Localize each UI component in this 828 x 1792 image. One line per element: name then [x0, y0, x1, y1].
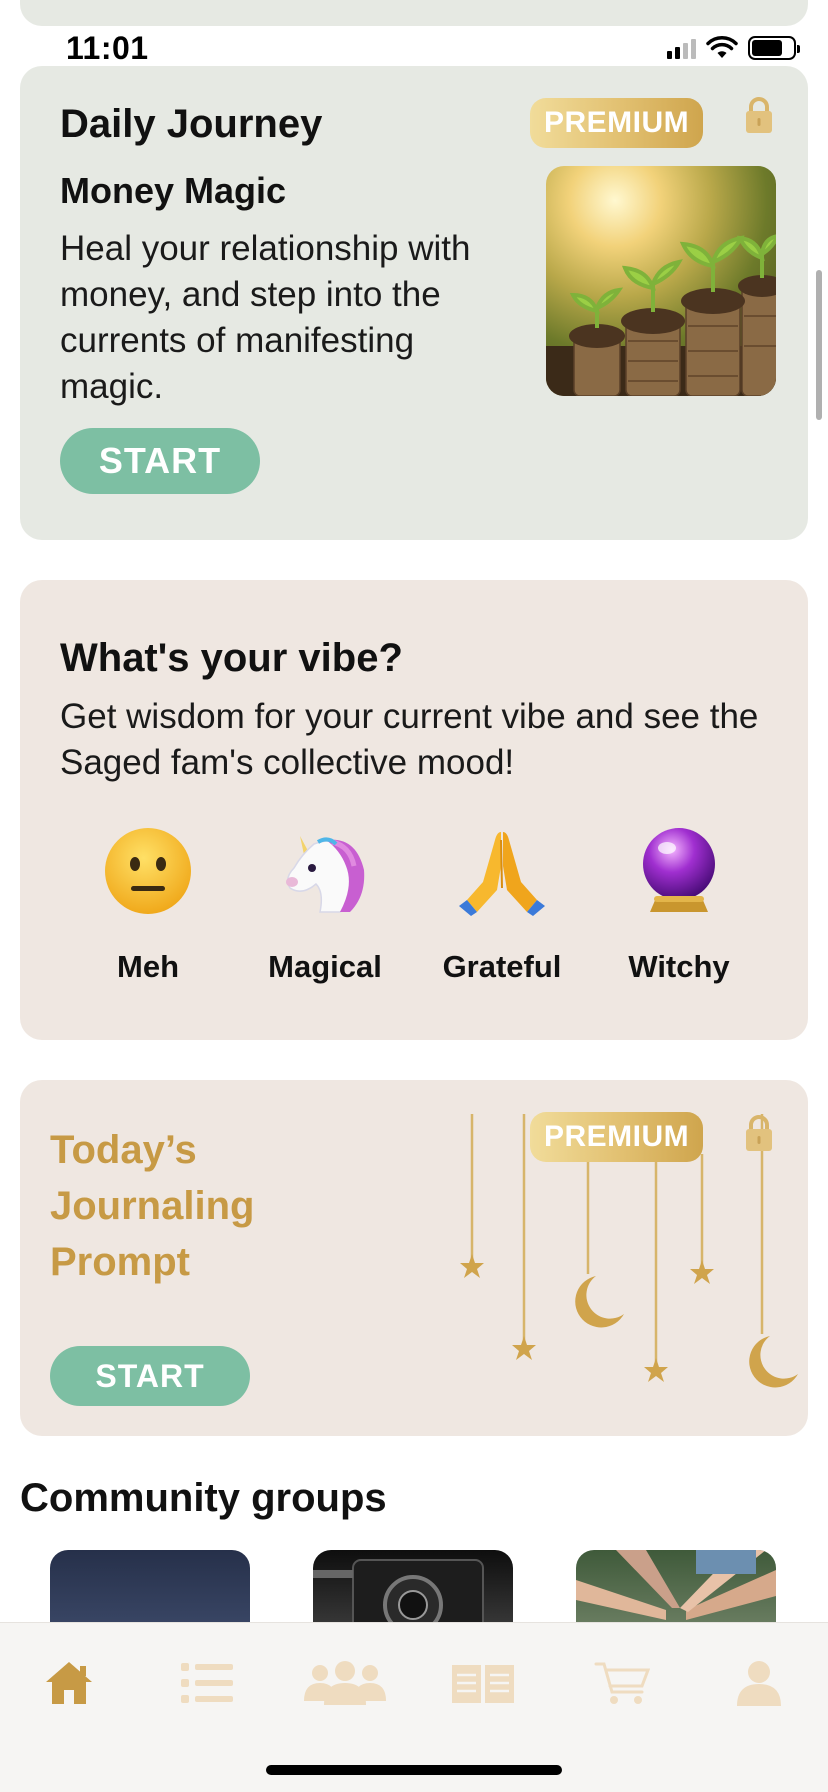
tab-library[interactable]: [443, 1653, 523, 1713]
hands-together-image: [576, 1550, 776, 1620]
premium-badge: PREMIUM: [530, 98, 704, 148]
vibe-label: Meh: [117, 949, 179, 984]
status-icons: [667, 36, 800, 60]
tab-community[interactable]: [304, 1653, 386, 1713]
premium-badge: PREMIUM: [530, 1112, 704, 1162]
journey-start-button[interactable]: START: [60, 428, 260, 494]
vibe-label: Grateful: [442, 949, 562, 984]
profile-icon: [737, 1661, 781, 1706]
scroll-indicator[interactable]: [816, 270, 822, 420]
money-plants-image: [546, 166, 776, 396]
journey-description: Heal your relationship with money, and s…: [60, 229, 471, 406]
group-icon: [304, 1661, 386, 1705]
vibe-card: What's your vibe? Get wisdom for your cu…: [20, 580, 808, 1040]
camera-image: [313, 1559, 484, 1630]
status-time: 11:01: [66, 30, 149, 66]
vibe-option-meh[interactable]: Meh: [73, 826, 223, 985]
hanging-moons-stars-decoration: [460, 1114, 798, 1388]
daily-journey-card[interactable]: Daily Journey PREMIUM Money Magic Heal y…: [20, 66, 808, 540]
unicorn-icon: [286, 836, 365, 913]
home-icon: [46, 1662, 92, 1704]
previous-card-edge: [20, 0, 808, 26]
screen: 11:01 Daily Journey PREMIUM Money Magic …: [0, 0, 828, 1792]
home-indicator[interactable]: [266, 1765, 562, 1775]
book-icon: [452, 1665, 514, 1703]
signal-icon: [667, 37, 696, 59]
vibe-option-grateful[interactable]: Grateful: [427, 826, 577, 985]
battery-icon: [748, 36, 800, 60]
moon-image: [69, 1570, 106, 1630]
journey-subtitle: Money Magic: [60, 170, 287, 211]
community-group-card[interactable]: [313, 1550, 513, 1630]
neutral-face-icon: [105, 828, 191, 914]
community-group-card[interactable]: [50, 1550, 250, 1630]
crystal-ball-icon: [643, 828, 715, 912]
vibe-option-magical[interactable]: Magical: [250, 826, 400, 985]
journaling-prompt-title: Today’s Journaling Prompt: [50, 1128, 255, 1284]
vibe-title: What's your vibe?: [60, 636, 403, 680]
tab-profile[interactable]: [719, 1653, 799, 1713]
community-groups-title: Community groups: [20, 1476, 387, 1520]
vibe-label: Magical: [268, 949, 382, 984]
list-icon: [181, 1663, 233, 1703]
vibe-label: Witchy: [628, 949, 730, 984]
tab-shop[interactable]: [582, 1653, 662, 1713]
prompt-start-button[interactable]: START: [50, 1346, 250, 1406]
lock-icon: [746, 97, 772, 133]
wifi-icon: [706, 36, 738, 58]
lock-icon: [746, 1115, 772, 1151]
folded-hands-icon: [459, 832, 545, 916]
vibe-option-witchy[interactable]: Witchy: [604, 826, 754, 985]
tab-list[interactable]: [167, 1653, 247, 1713]
community-group-card[interactable]: [576, 1550, 776, 1630]
tab-home[interactable]: [29, 1653, 109, 1713]
daily-journey-title: Daily Journey: [60, 102, 323, 146]
cart-icon: [594, 1662, 650, 1704]
vibe-description: Get wisdom for your current vibe and see…: [60, 697, 759, 782]
journaling-prompt-card[interactable]: Today’s Journaling Prompt PREMIUM START: [20, 1080, 808, 1436]
